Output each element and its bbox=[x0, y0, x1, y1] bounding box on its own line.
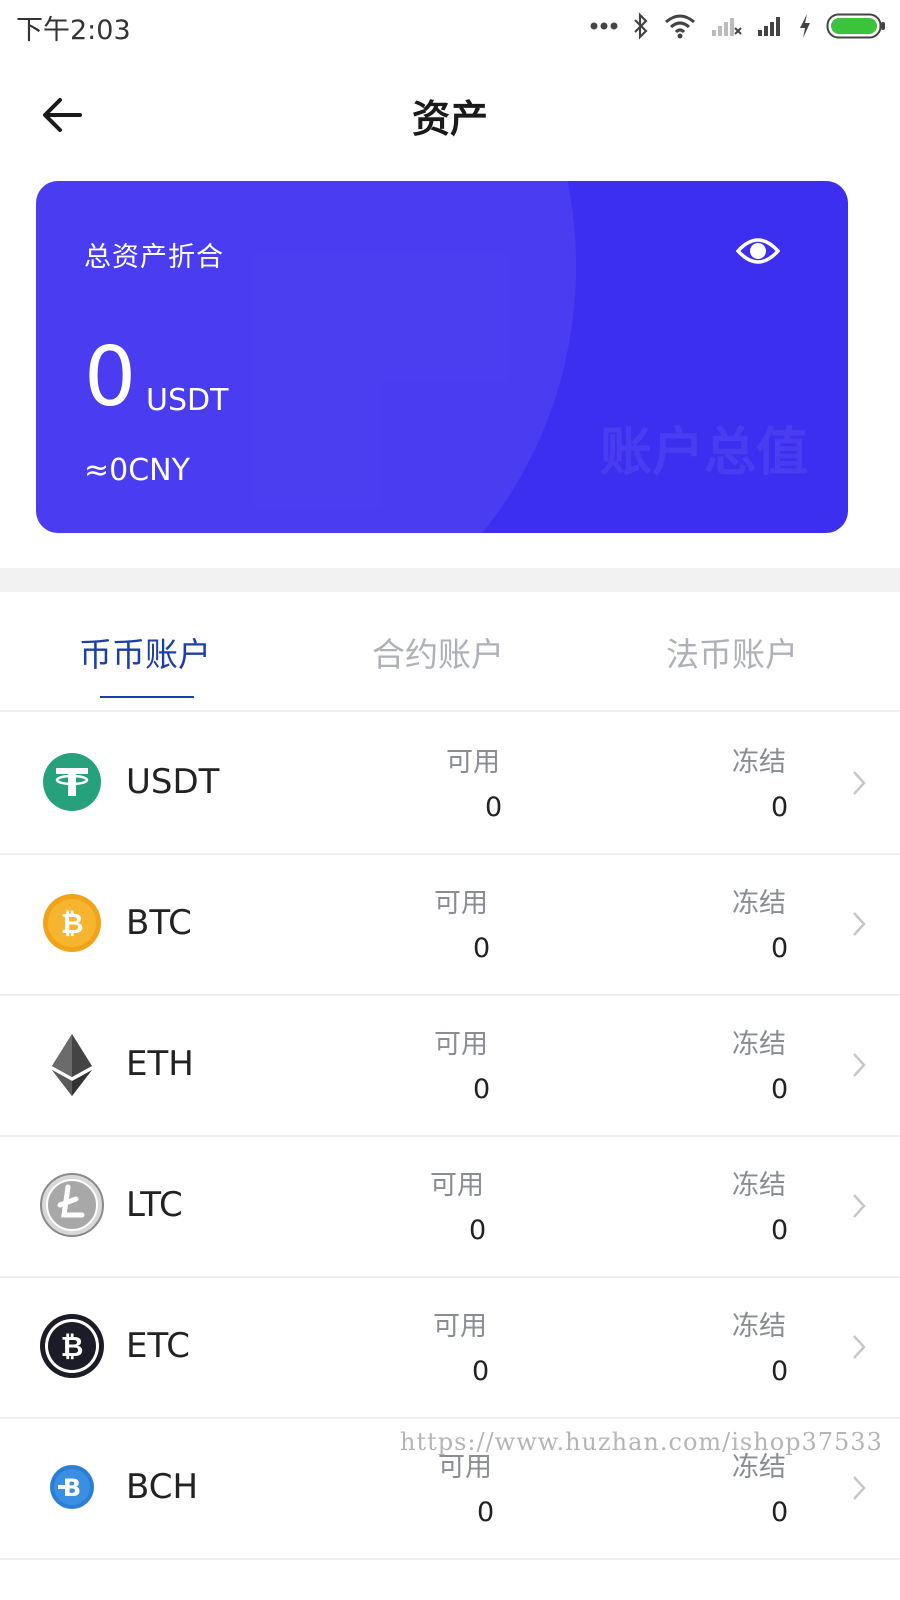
account-tabs: 币币账户 合约账户 法币账户 bbox=[0, 600, 900, 712]
chevron-right-icon bbox=[853, 1335, 866, 1359]
chevron-right-icon bbox=[853, 1476, 866, 1500]
chevron-right-icon bbox=[853, 771, 866, 795]
battery-icon bbox=[826, 13, 885, 39]
coin-name: LTC bbox=[126, 1185, 183, 1225]
frozen-label: 冻结 bbox=[732, 888, 786, 919]
total-asset-label: 总资产折合 bbox=[84, 242, 224, 273]
frozen-value: 0 bbox=[771, 1215, 789, 1246]
coin-name: ETH bbox=[126, 1044, 194, 1084]
total-asset-unit: USDT bbox=[146, 383, 229, 418]
tab-fiat-account[interactable]: 法币账户 bbox=[666, 628, 798, 676]
chevron-right-icon bbox=[853, 1194, 866, 1218]
header: 资产 bbox=[0, 70, 900, 160]
bluetooth-icon bbox=[634, 12, 648, 40]
ethereum-icon bbox=[52, 1034, 92, 1096]
available-label: 可用 bbox=[446, 747, 500, 778]
coin-name: USDT bbox=[126, 762, 220, 802]
svg-text:₿: ₿ bbox=[61, 907, 84, 940]
signal-icon bbox=[758, 17, 780, 36]
status-bar: 下午2:03 bbox=[0, 0, 900, 52]
status-time: 下午2:03 bbox=[16, 15, 131, 46]
coin-name: ETC bbox=[126, 1326, 190, 1366]
page-title: 资产 bbox=[411, 97, 488, 141]
asset-row-btc[interactable]: ₿ BTC 可用 0 冻结 0 bbox=[0, 853, 900, 996]
asset-row-usdt[interactable]: USDT 可用 0 冻结 0 bbox=[0, 712, 900, 855]
svg-text:₿: ₿ bbox=[61, 1330, 84, 1363]
coin-name: BCH bbox=[126, 1467, 199, 1507]
frozen-value: 0 bbox=[771, 792, 789, 823]
available-value: 0 bbox=[477, 1497, 495, 1528]
available-value: 0 bbox=[472, 1356, 490, 1387]
card-watermark: 账户总值 bbox=[599, 423, 808, 483]
frozen-label: 冻结 bbox=[732, 1029, 786, 1060]
tab-spot-account[interactable]: 币币账户 bbox=[79, 628, 211, 676]
chevron-right-icon bbox=[853, 912, 866, 936]
asset-row-etc[interactable]: ₿ ETC 可用 0 冻结 0 bbox=[0, 1276, 900, 1419]
active-tab-indicator bbox=[100, 696, 194, 698]
asset-row-eth[interactable]: ETH 可用 0 冻结 0 bbox=[0, 994, 900, 1137]
available-label: 可用 bbox=[434, 1029, 488, 1060]
eye-icon bbox=[735, 238, 781, 264]
frozen-value: 0 bbox=[771, 1497, 789, 1528]
overlay-watermark: https://www.huzhan.com/ishop37533 bbox=[400, 1428, 883, 1456]
frozen-label: 冻结 bbox=[732, 747, 786, 778]
bitcoin-icon: ₿ bbox=[43, 894, 101, 952]
total-asset-amount: 0 bbox=[84, 330, 137, 425]
total-asset-card: 账户总值 总资产折合 0 USDT ≈0CNY bbox=[36, 181, 848, 533]
tab-contract-account[interactable]: 合约账户 bbox=[372, 628, 504, 676]
chevron-right-icon bbox=[853, 1053, 866, 1077]
ethereum-classic-icon: ₿ bbox=[40, 1314, 104, 1378]
asset-row-ltc[interactable]: LTC 可用 0 冻结 0 bbox=[0, 1135, 900, 1278]
available-label: 可用 bbox=[430, 1170, 484, 1201]
litecoin-icon bbox=[40, 1173, 104, 1237]
available-label: 可用 bbox=[433, 1311, 487, 1342]
wifi-icon bbox=[665, 14, 695, 39]
available-label: 可用 bbox=[434, 888, 488, 919]
available-value: 0 bbox=[473, 1074, 491, 1105]
tether-icon bbox=[43, 753, 101, 811]
frozen-value: 0 bbox=[771, 933, 789, 964]
available-value: 0 bbox=[473, 933, 491, 964]
toggle-visibility-button[interactable] bbox=[735, 233, 781, 269]
frozen-label: 冻结 bbox=[732, 1311, 786, 1342]
frozen-value: 0 bbox=[771, 1074, 789, 1105]
more-dots-icon bbox=[590, 22, 618, 30]
available-value: 0 bbox=[469, 1215, 487, 1246]
section-divider bbox=[0, 568, 900, 592]
coin-name: BTC bbox=[126, 903, 192, 943]
signal-empty-icon bbox=[712, 18, 742, 36]
available-value: 0 bbox=[485, 792, 503, 823]
bitcoin-cash-icon: B bbox=[50, 1465, 94, 1509]
frozen-label: 冻结 bbox=[732, 1170, 786, 1201]
charging-icon bbox=[800, 14, 810, 38]
frozen-value: 0 bbox=[771, 1356, 789, 1387]
total-asset-cny: ≈0CNY bbox=[84, 453, 190, 488]
status-icons bbox=[590, 10, 886, 42]
